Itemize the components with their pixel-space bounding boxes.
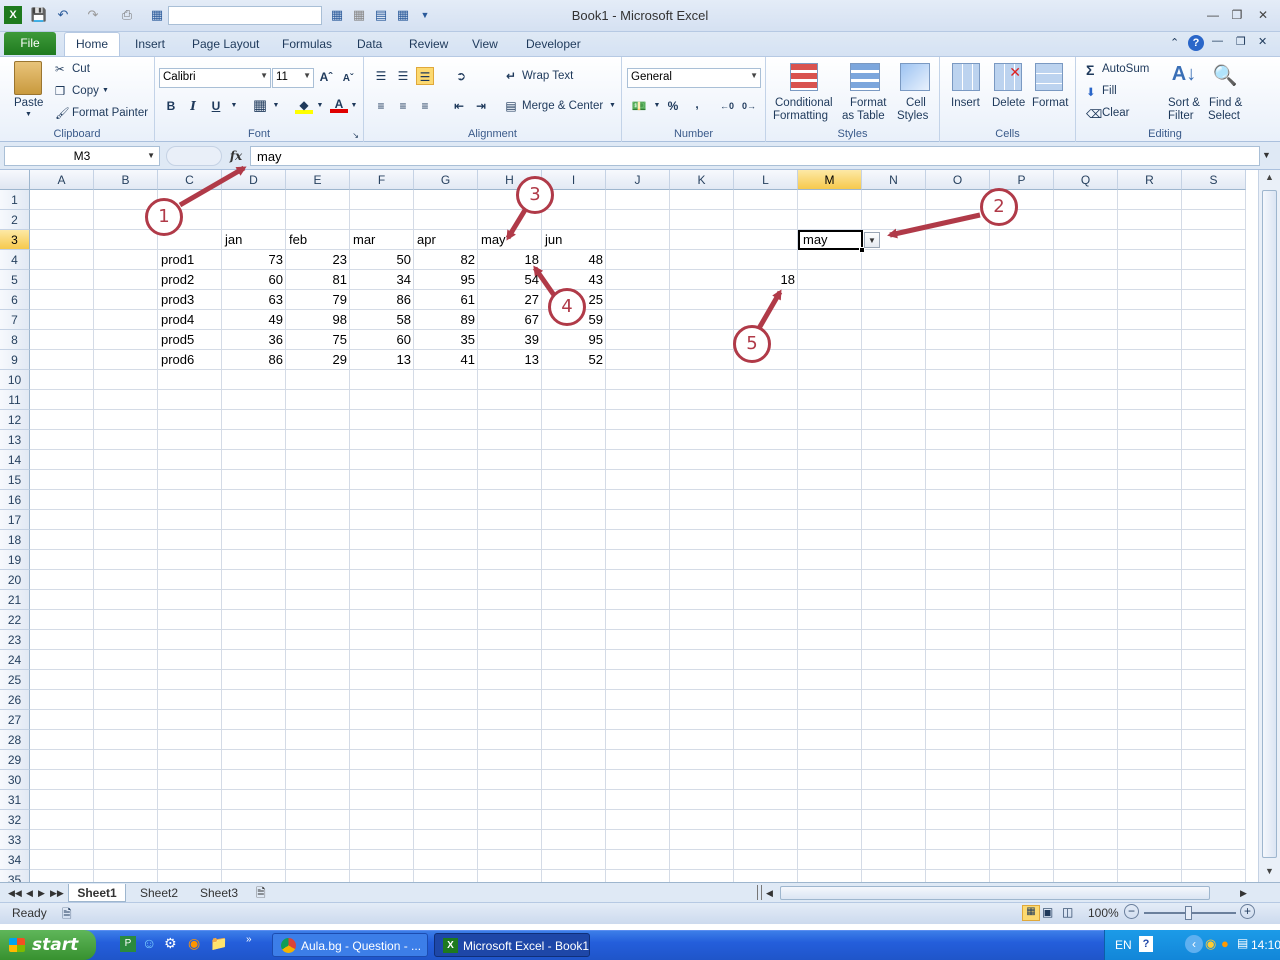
arrow-5 — [755, 289, 783, 332]
annotation-badge-3: 3 — [516, 176, 554, 214]
annotation-arrows — [178, 165, 981, 332]
annotation-badge-5: 5 — [733, 325, 771, 363]
arrow-3 — [505, 208, 528, 241]
annotation-badge-2: 2 — [980, 188, 1018, 226]
arrow-2 — [887, 212, 981, 239]
annotation-badge-4: 4 — [548, 288, 586, 326]
arrow-1 — [178, 165, 247, 208]
annotation-badge-1: 1 — [145, 198, 183, 236]
